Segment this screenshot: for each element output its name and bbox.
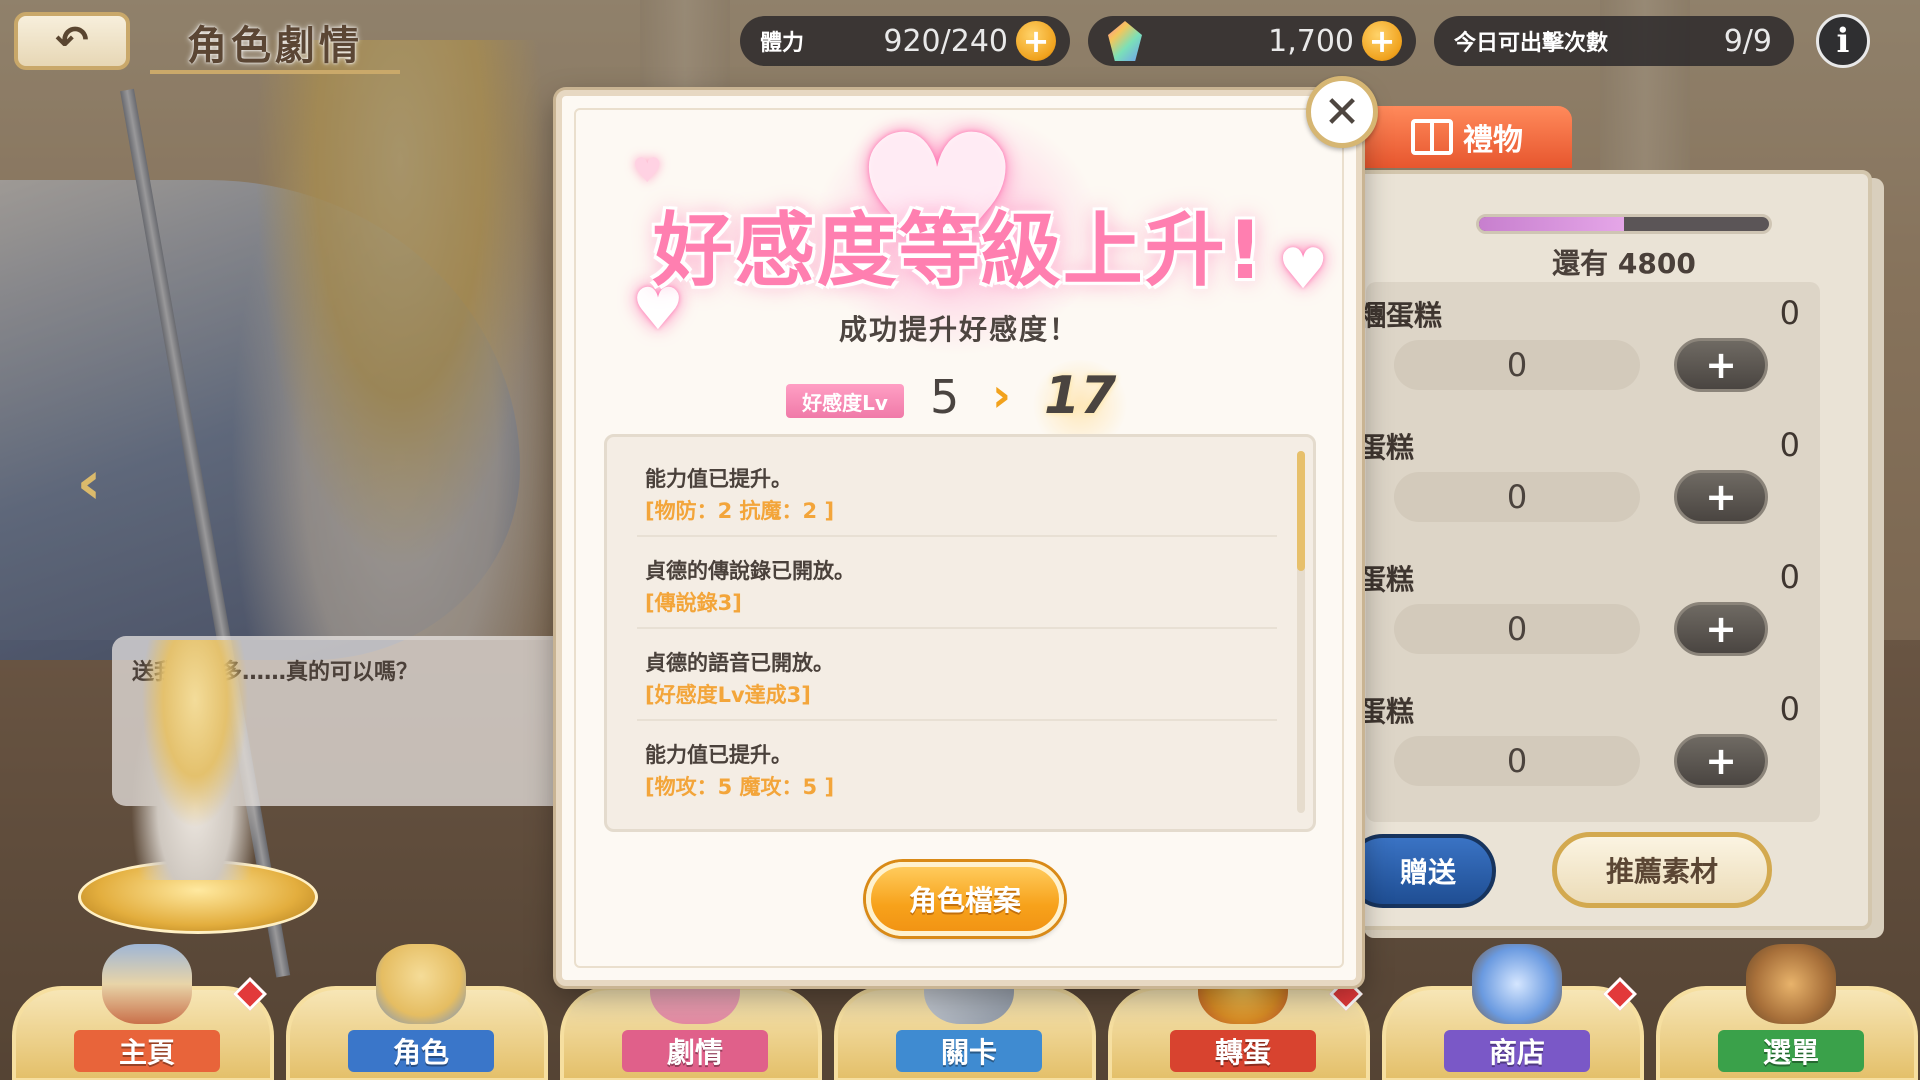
nav-label: 選單	[1718, 1030, 1864, 1072]
castle-icon	[102, 944, 192, 1024]
cake-owned-count: 0	[1779, 690, 1800, 728]
info-button[interactable]: i	[1816, 14, 1870, 68]
previous-character-arrow[interactable]: ‹	[54, 448, 124, 518]
list-item: 能力值已提升。 [物防：2 抗魔：2 ]	[637, 445, 1277, 537]
nav-item-menu[interactable]: 選單	[1656, 944, 1918, 1080]
old-level: 5	[930, 370, 960, 424]
gem-display: 1,700 +	[1088, 16, 1416, 66]
page-title: 角色劇情	[150, 14, 400, 74]
nav-label: 劇情	[622, 1030, 768, 1072]
character-profile-button[interactable]: 角色檔案	[866, 862, 1064, 936]
chibi-character	[120, 640, 270, 880]
undo-arrow-icon: ↶	[55, 18, 89, 64]
info-icon: i	[1836, 21, 1850, 61]
nav-label: 主頁	[74, 1030, 220, 1072]
list-item: 蛋糕 0 0 +	[1356, 558, 1856, 690]
nav-label: 商店	[1444, 1030, 1590, 1072]
affection-progress-fill	[1479, 217, 1624, 231]
notification-badge	[233, 977, 267, 1011]
nav-label: 角色	[348, 1030, 494, 1072]
add-stamina-button[interactable]: +	[1016, 21, 1056, 61]
tab-gift[interactable]: 禮物	[1362, 106, 1572, 168]
list-item: 蛋糕 0 0 +	[1356, 690, 1856, 822]
quantity-field[interactable]: 0	[1394, 472, 1640, 522]
list-item: 貞德的傳說錄已開放。 [傳說錄3]	[637, 537, 1277, 629]
scrollbar-thumb[interactable]	[1297, 451, 1305, 571]
send-gift-button[interactable]: 贈送	[1346, 834, 1496, 908]
reward-title: 貞德的語音已開放。	[645, 651, 834, 675]
increase-quantity-button[interactable]: +	[1674, 602, 1768, 656]
list-item: 能力值已提升。 [物攻：5 魔攻：5 ]	[637, 721, 1277, 813]
reward-title: 能力值已提升。	[645, 467, 792, 491]
quantity-field[interactable]: 0	[1394, 736, 1640, 786]
increase-quantity-button[interactable]: +	[1674, 470, 1768, 524]
nav-item-character[interactable]: 角色	[286, 944, 548, 1080]
nav-item-shop[interactable]: 商店	[1382, 944, 1644, 1080]
affection-levelup-dialog: ♥ ♥ ♥ ♥ 好感度等級上升! 成功提升好感度！ 好感度Lv 5 › 17 能…	[556, 90, 1362, 986]
reward-title: 貞德的傳說錄已開放。	[645, 559, 855, 583]
cake-owned-count: 0	[1779, 426, 1800, 464]
gem-icon	[1108, 21, 1142, 61]
cake-owned-count: 0	[1779, 558, 1800, 596]
remaining-exp-text: 還有 4800	[1552, 247, 1696, 280]
new-level: 17	[1044, 366, 1117, 426]
dialog-subtitle: 成功提升好感度！	[838, 313, 1079, 346]
list-item: 糰蛋糕 0 0 +	[1356, 294, 1856, 426]
nav-label: 關卡	[896, 1030, 1042, 1072]
character-portrait-icon	[376, 944, 466, 1024]
reward-detail: [物防：2 抗魔：2 ]	[645, 499, 835, 523]
gem-value: 1,700	[1268, 23, 1354, 59]
close-icon: ✕	[1323, 86, 1361, 138]
chevron-left-icon: ‹	[76, 448, 102, 518]
nav-item-gacha[interactable]: 轉蛋	[1108, 944, 1370, 1080]
reward-detail: [傳說錄3]	[645, 591, 742, 615]
nav-item-home[interactable]: 主頁	[12, 944, 274, 1080]
stamina-label: 體力	[760, 31, 805, 56]
increase-quantity-button[interactable]: +	[1674, 338, 1768, 392]
reward-detail: [好感度Lv達成3]	[645, 683, 811, 707]
list-item: 貞德的語音已開放。 [好感度Lv達成3]	[637, 629, 1277, 721]
close-button[interactable]: ✕	[1306, 76, 1378, 148]
quantity-field[interactable]: 0	[1394, 604, 1640, 654]
nav-label: 轉蛋	[1170, 1030, 1316, 1072]
chevron-right-icon: ›	[992, 368, 1011, 422]
list-item: 蛋糕 0 0 +	[1356, 426, 1856, 558]
affection-level-badge: 好感度Lv	[786, 384, 904, 418]
heart-icon: ♥	[632, 151, 663, 191]
recommend-material-button[interactable]: 推薦素材	[1552, 832, 1772, 908]
notification-badge	[1603, 977, 1637, 1011]
attack-count-display: 今日可出擊次數 9/9	[1434, 16, 1794, 66]
scrollbar[interactable]	[1297, 451, 1305, 813]
menu-bag-icon	[1746, 944, 1836, 1024]
cake-name: 蛋糕	[1358, 695, 1415, 728]
reward-list[interactable]: 能力值已提升。 [物防：2 抗魔：2 ] 貞德的傳說錄已開放。 [傳說錄3] 貞…	[604, 434, 1316, 832]
cake-owned-count: 0	[1779, 294, 1800, 332]
nav-item-stage[interactable]: 關卡	[834, 944, 1096, 1080]
gift-panel: 還有 4800 糰蛋糕 0 0 + 蛋糕 0 0 + 蛋糕 0 0 + 蛋糕 0…	[1346, 170, 1872, 930]
cake-name: 蛋糕	[1358, 563, 1415, 596]
tab-gift-label: 禮物	[1463, 123, 1523, 158]
reward-detail: [物攻：5 魔攻：5 ]	[645, 775, 835, 799]
attack-count-label: 今日可出擊次數	[1454, 31, 1609, 56]
affection-progress-bar	[1476, 214, 1772, 234]
stamina-value: 920/240	[883, 23, 1008, 59]
cake-name: 糰蛋糕	[1358, 299, 1443, 332]
stamina-display: 體力 920/240 +	[740, 16, 1070, 66]
back-button[interactable]: ↶	[14, 12, 130, 70]
increase-quantity-button[interactable]: +	[1674, 734, 1768, 788]
dialog-title: 好感度等級上升!	[652, 204, 1266, 297]
quantity-field[interactable]: 0	[1394, 340, 1640, 390]
attack-count-value: 9/9	[1723, 23, 1772, 59]
gift-icon	[1411, 119, 1453, 155]
nav-item-story[interactable]: 劇情	[560, 944, 822, 1080]
shop-crystal-icon	[1472, 944, 1562, 1024]
add-gem-button[interactable]: +	[1362, 21, 1402, 61]
cake-name: 蛋糕	[1358, 431, 1415, 464]
reward-title: 能力值已提升。	[645, 743, 792, 767]
